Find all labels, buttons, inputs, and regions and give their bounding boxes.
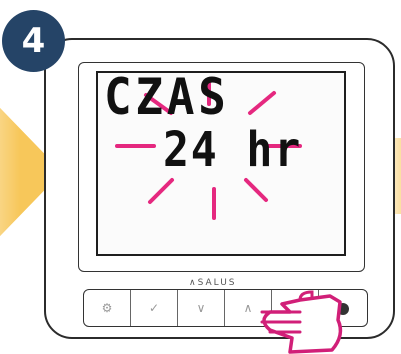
display-line-2: 24 hr bbox=[163, 122, 303, 178]
display-line-1: CZAS bbox=[104, 68, 230, 126]
pressing-hand-icon bbox=[260, 290, 343, 354]
step-badge: 4 bbox=[2, 10, 65, 72]
flash-ray bbox=[248, 91, 276, 115]
flash-ray bbox=[148, 178, 174, 204]
flash-ray bbox=[244, 178, 268, 202]
